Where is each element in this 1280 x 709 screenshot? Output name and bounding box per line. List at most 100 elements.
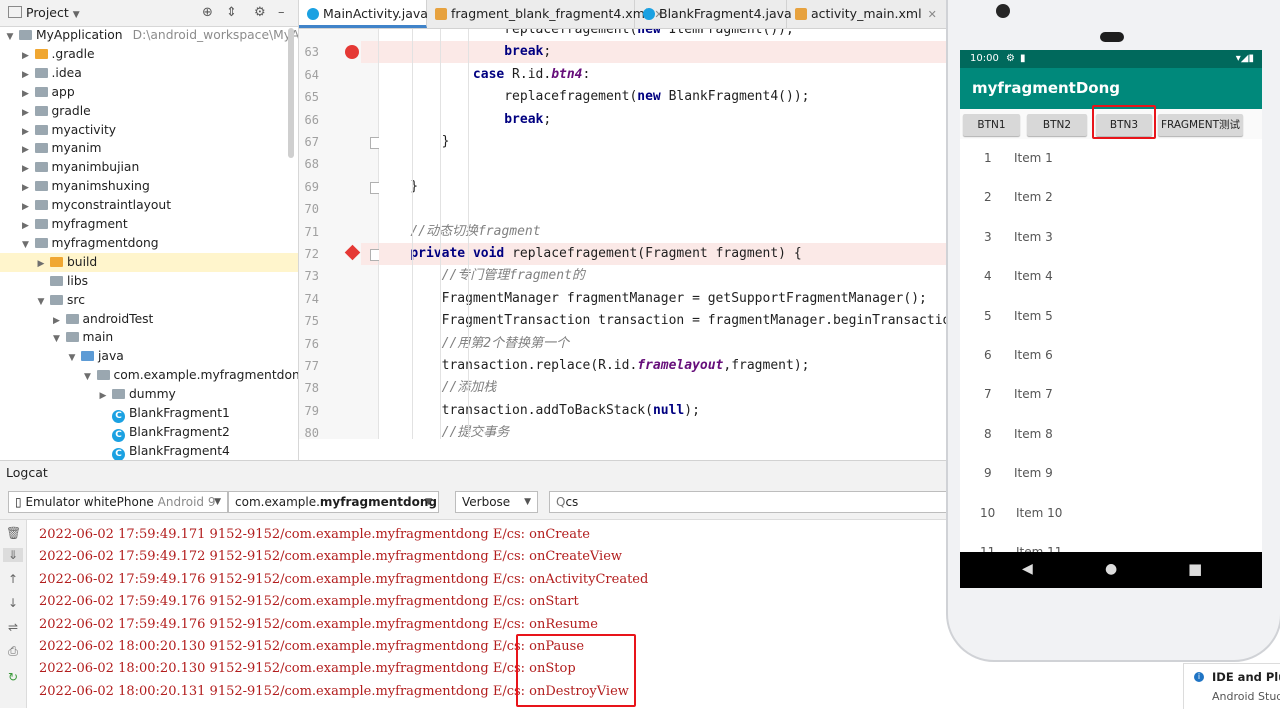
code-line[interactable]: replacefragement(new ItemFragment()); <box>379 29 950 41</box>
list-item[interactable]: 10 Item 10 <box>960 494 1262 533</box>
code-line[interactable]: } <box>379 176 950 198</box>
tab-activity-main-xml[interactable]: activity_main.xml ✕ <box>787 0 950 28</box>
code-line[interactable]: //专门管理fragment的 <box>379 265 950 287</box>
list-item[interactable]: 4 Item 4 <box>960 257 1262 296</box>
tree-item[interactable]: C BlankFragment2 <box>0 423 298 442</box>
close-icon[interactable]: ✕ <box>928 8 937 21</box>
code-line[interactable]: } <box>379 131 950 153</box>
tree-item[interactable]: ▼ myfragmentdong <box>0 234 298 253</box>
list-item[interactable]: 7 Item 7 <box>960 375 1262 414</box>
log-line[interactable]: 2022-06-02 18:00:20.130 9152-9152/com.ex… <box>39 636 584 658</box>
folder-icon <box>34 67 48 78</box>
code-line[interactable]: //添加栈 <box>379 377 950 399</box>
hide-panel-icon[interactable]: – <box>278 5 285 20</box>
tab-mainactivity-java[interactable]: MainActivity.java✕ <box>299 0 443 28</box>
package-selector[interactable]: com.example.myfragmentdong (9 ▼ <box>228 491 439 513</box>
home-icon[interactable]: ● <box>1105 561 1117 577</box>
logcat-output[interactable]: 2022-06-02 17:59:49.171 9152-9152/com.ex… <box>27 520 950 708</box>
log-level-select[interactable]: Verbose ▼ <box>455 491 538 513</box>
tree-item[interactable]: ▼ java <box>0 347 298 366</box>
log-line[interactable]: 2022-06-02 17:59:49.176 9152-9152/com.ex… <box>39 591 579 613</box>
recents-icon[interactable]: ■ <box>1188 560 1202 578</box>
tree-item[interactable]: ▼ main <box>0 328 298 347</box>
code-line[interactable]: private void replacefragement(Fragment f… <box>379 243 950 265</box>
collapse-all-icon[interactable]: ⇕ <box>226 5 237 20</box>
tree-item[interactable]: ▼ com.example.myfragmentdong <box>0 366 298 385</box>
code-line[interactable]: //动态切换fragment <box>379 221 950 243</box>
tree-item[interactable]: ▶ build <box>0 252 298 272</box>
tab-fragment-blank-fragment4-xml[interactable]: fragment_blank_fragment4.xml ✕ <box>427 0 664 28</box>
tab-blankfragment4-java[interactable]: BlankFragment4.java✕ <box>635 0 807 28</box>
item-list[interactable]: 1 Item 1 2 Item 2 3 Item 3 4 Item 4 5 Item 5 6 Item… <box>960 139 1262 552</box>
code-line[interactable]: transaction.replace(R.id.framelayout,fra… <box>379 355 950 377</box>
project-view-selector[interactable]: Project ▼ <box>8 5 80 20</box>
emulator-screen[interactable]: 10:00 ⚙ ▮ ▾◢▮ myfragmentDong BTN1 BTN2 BTN… <box>960 50 1262 588</box>
code-line[interactable]: //用第2个替换第一个 <box>379 333 950 355</box>
gear-icon[interactable]: ⚙ <box>254 5 266 20</box>
tree-item[interactable]: ▶ .idea <box>0 64 298 83</box>
log-line[interactable]: 2022-06-02 17:59:49.176 9152-9152/com.ex… <box>39 614 598 636</box>
tree-item[interactable]: ▶ myanimshuxing <box>0 177 298 196</box>
code-line[interactable]: case R.id.btn4: <box>379 64 950 86</box>
code-line[interactable]: replacefragement(new BlankFragment4()); <box>379 86 950 108</box>
button-4[interactable]: FRAGMENT测试 <box>1158 114 1243 136</box>
tree-item[interactable]: ▶ myconstraintlayout <box>0 196 298 215</box>
tree-item-label: myfragment <box>51 217 128 231</box>
code-line[interactable]: FragmentManager fragmentManager = getSup… <box>379 288 950 310</box>
tree-item[interactable]: ▶ androidTest <box>0 310 298 329</box>
list-item[interactable]: 6 Item 6 <box>960 336 1262 375</box>
list-item[interactable]: 1 Item 1 <box>960 139 1262 178</box>
tree-item[interactable]: ▶ .gradle <box>0 45 298 64</box>
code-line[interactable]: transaction.addToBackStack(null); <box>379 400 950 422</box>
code-line[interactable]: break; <box>379 109 950 131</box>
tree-item[interactable]: ▶ myanim <box>0 139 298 158</box>
soft-wrap-icon[interactable]: ⇌ <box>6 620 20 634</box>
code-line[interactable] <box>379 198 950 220</box>
tree-item[interactable]: C BlankFragment4 <box>0 442 298 460</box>
list-item[interactable]: 2 Item 2 <box>960 178 1262 217</box>
print-icon[interactable]: ⎙ <box>6 644 20 659</box>
locate-icon[interactable]: ⊕ <box>202 5 213 20</box>
code-line[interactable]: //提交事务 <box>379 422 950 439</box>
code-field: framelayout <box>637 358 724 373</box>
tree-item[interactable]: ▶ gradle <box>0 102 298 121</box>
code-editor[interactable]: replacefragement(new ItemFragment()); br… <box>379 29 950 439</box>
button-1[interactable]: BTN1 <box>963 114 1020 136</box>
log-line[interactable]: 2022-06-02 18:00:20.130 9152-9152/com.ex… <box>39 658 576 680</box>
tree-item[interactable]: ▶ myfragment <box>0 215 298 234</box>
device-selector[interactable]: ▯ Emulator whitePhone Android 9 ▼ <box>8 491 228 513</box>
log-line[interactable]: 2022-06-02 17:59:49.171 9152-9152/com.ex… <box>39 524 590 546</box>
tree-item[interactable]: ▶ myactivity <box>0 121 298 140</box>
tree-scrollbar[interactable] <box>288 28 294 158</box>
log-line[interactable]: 2022-06-02 17:59:49.172 9152-9152/com.ex… <box>39 546 622 568</box>
down-arrow-icon[interactable]: ↓ <box>6 596 20 610</box>
tree-item[interactable]: ▶ app <box>0 83 298 102</box>
up-arrow-icon[interactable]: ↑ <box>6 572 20 586</box>
breakpoint-icon[interactable] <box>345 45 359 60</box>
button-2[interactable]: BTN2 <box>1027 114 1087 136</box>
list-item[interactable]: 5 Item 5 <box>960 297 1262 336</box>
tree-item[interactable]: ▶ myanimbujian <box>0 158 298 177</box>
code-line[interactable]: break; <box>379 41 950 64</box>
trash-icon[interactable]: 🗑 <box>6 526 21 540</box>
breakpoint-icon[interactable] <box>344 244 361 261</box>
status-bar: 10:00 ⚙ ▮ ▾◢▮ <box>960 50 1262 68</box>
back-icon[interactable]: ◀ <box>1022 561 1033 577</box>
list-item[interactable]: 8 Item 8 <box>960 415 1262 454</box>
code-line[interactable] <box>379 153 950 175</box>
tree-item[interactable]: libs <box>0 272 298 291</box>
tree-item[interactable]: C BlankFragment1 <box>0 404 298 423</box>
list-item[interactable]: 11 Item 11 <box>960 533 1262 552</box>
restart-icon[interactable]: ↻ <box>6 670 20 684</box>
list-item[interactable]: 3 Item 3 <box>960 218 1262 257</box>
ide-notification[interactable]: i IDE and Plug Android Studi <box>1183 663 1280 709</box>
list-item[interactable]: 9 Item 9 <box>960 454 1262 493</box>
logcat-search-input[interactable]: Qcs <box>549 491 950 513</box>
code-line[interactable]: FragmentTransaction transaction = fragme… <box>379 310 950 332</box>
tree-item[interactable]: ▼MyApplicationD:\android_workspace\MyApp… <box>0 26 298 45</box>
log-line[interactable]: 2022-06-02 17:59:49.176 9152-9152/com.ex… <box>39 569 648 591</box>
scroll-to-end-icon[interactable]: ⇓ <box>3 548 23 562</box>
tree-item[interactable]: ▶ dummy <box>0 385 298 404</box>
highlight-box <box>1092 105 1156 139</box>
tree-item[interactable]: ▼ src <box>0 291 298 310</box>
